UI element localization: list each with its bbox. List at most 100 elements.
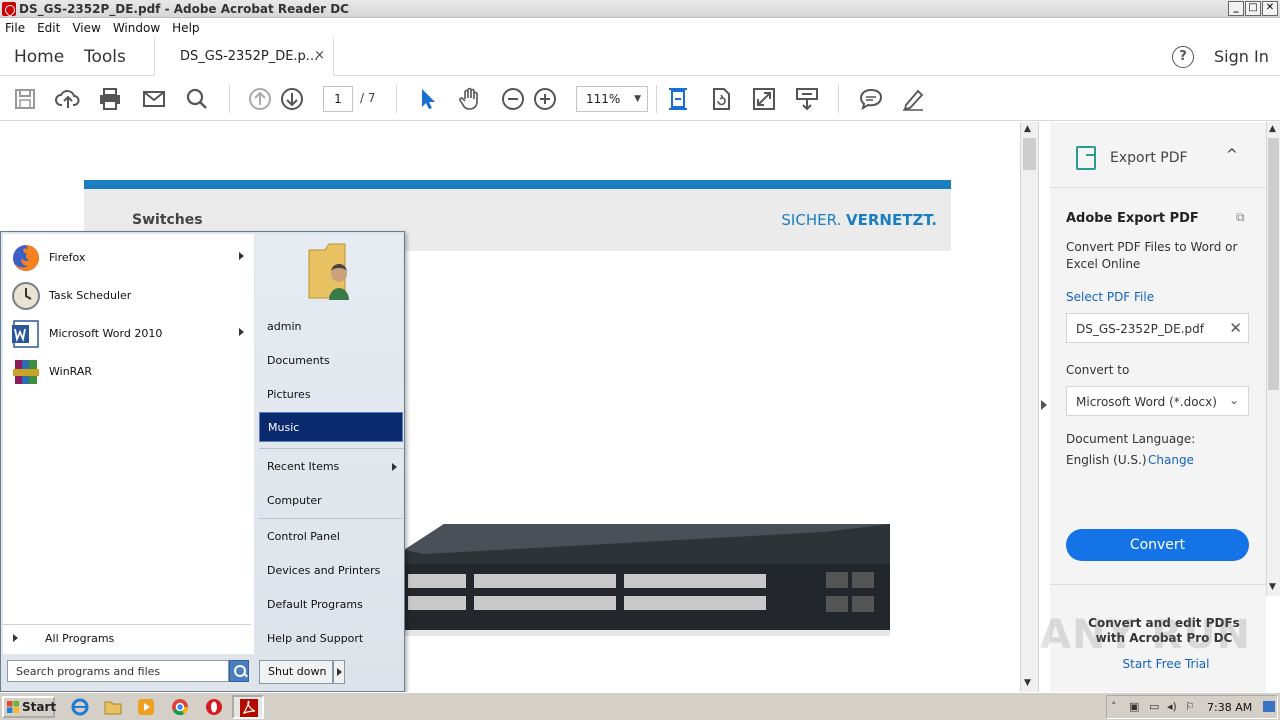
maximize-button[interactable]: □ [1245, 1, 1261, 16]
start-link-devices-printers[interactable]: Devices and Printers [259, 556, 403, 586]
program-label: Task Scheduler [49, 289, 132, 302]
clear-file-icon[interactable]: ✕ [1229, 319, 1242, 337]
pdf-header-band [84, 180, 951, 189]
document-scrollbar[interactable]: ▲ ▼ [1020, 122, 1038, 692]
selected-file-name: DS_GS-2352P_DE.pdf [1076, 322, 1204, 336]
action-center-flag-icon[interactable]: ⚐ [1185, 701, 1197, 713]
program-task-scheduler[interactable]: Task Scheduler [3, 278, 254, 314]
fit-page-icon[interactable] [665, 86, 691, 112]
menu-view[interactable]: View [72, 21, 100, 35]
scroll-mode-icon[interactable] [794, 86, 820, 112]
program-winrar[interactable]: WinRAR [3, 354, 254, 390]
scroll-thumb[interactable] [1023, 138, 1036, 170]
arrow-right-icon [13, 634, 18, 642]
menu-window[interactable]: Window [113, 21, 160, 35]
selected-file-field[interactable]: DS_GS-2352P_DE.pdf ✕ [1066, 313, 1249, 343]
minimize-button[interactable]: _ [1228, 1, 1244, 16]
convert-to-value: Microsoft Word (*.docx) [1076, 395, 1217, 409]
scroll-down-icon[interactable]: ▼ [1269, 582, 1276, 592]
show-desktop-icon[interactable] [1263, 701, 1275, 712]
tab-close-icon[interactable]: × [314, 48, 325, 63]
battery-icon[interactable]: ▭ [1149, 701, 1161, 713]
comment-icon[interactable] [858, 86, 884, 112]
save-icon[interactable] [12, 86, 38, 112]
media-player-icon[interactable] [136, 697, 156, 717]
scroll-down-icon[interactable]: ▼ [1024, 678, 1031, 688]
network-switch-image [404, 524, 890, 636]
print-icon[interactable] [97, 86, 123, 112]
start-link-help-support[interactable]: Help and Support [259, 624, 403, 654]
opera-icon[interactable] [204, 697, 224, 717]
scroll-up-icon[interactable]: ▲ [1269, 124, 1276, 134]
tab-tools[interactable]: Tools [84, 47, 126, 67]
submenu-arrow-icon [392, 463, 397, 471]
next-page-icon[interactable] [279, 86, 305, 112]
chrome-icon[interactable] [170, 697, 190, 717]
search-icon[interactable] [184, 86, 210, 112]
explorer-folder-icon[interactable] [103, 697, 123, 717]
start-free-trial-link[interactable]: Start Free Trial [1050, 657, 1280, 671]
all-programs-label: All Programs [45, 632, 115, 645]
network-icon[interactable]: ▣ [1129, 701, 1141, 713]
start-link-documents[interactable]: Documents [259, 346, 403, 376]
screen: DS_GS-2352P_DE.pdf - Adobe Acrobat Reade… [0, 0, 1280, 720]
start-button[interactable]: Start [2, 696, 56, 718]
volume-icon[interactable]: ◂) [1167, 701, 1179, 713]
shutdown-options-button[interactable] [333, 660, 345, 684]
start-link-music[interactable]: Music [259, 412, 403, 442]
menu-file[interactable]: File [5, 21, 25, 35]
sign-in-link[interactable]: Sign In [1214, 47, 1269, 66]
full-screen-icon[interactable] [751, 86, 777, 112]
program-firefox[interactable]: Firefox [3, 240, 254, 276]
divider [1050, 584, 1266, 585]
clock[interactable]: 7:38 AM [1207, 701, 1252, 714]
start-search-input[interactable]: Search programs and files [7, 660, 229, 682]
start-link-computer[interactable]: Computer [259, 486, 403, 516]
taskbar-acrobat[interactable] [232, 695, 264, 719]
start-menu-programs: Firefox Task Scheduler Microsoft Word 20… [3, 234, 254, 654]
page-number-input[interactable]: 1 [323, 86, 353, 112]
help-icon[interactable]: ? [1172, 46, 1194, 68]
window-title: DS_GS-2352P_DE.pdf - Adobe Acrobat Reade… [19, 2, 349, 16]
start-link-recent-items[interactable]: Recent Items [259, 452, 403, 482]
zoom-select[interactable]: 111% ▼ [576, 86, 648, 112]
search-icon[interactable] [229, 660, 249, 682]
hand-tool-icon[interactable] [457, 86, 483, 112]
shutdown-button[interactable]: Shut down [259, 660, 333, 684]
rotate-icon[interactable] [708, 86, 734, 112]
menu-bar: File Edit View Window Help [0, 18, 1280, 38]
scroll-up-icon[interactable]: ▲ [1024, 124, 1031, 134]
tab-document[interactable]: DS_GS-2352P_DE.p... × [154, 38, 334, 76]
export-pdf-header[interactable]: Export PDF ^ [1050, 122, 1266, 188]
program-word[interactable]: Microsoft Word 2010 [3, 316, 254, 352]
start-link-pictures[interactable]: Pictures [259, 380, 403, 410]
close-button[interactable]: ✕ [1262, 1, 1278, 16]
tray-expand-icon[interactable]: ˄ [1111, 701, 1123, 713]
ie-icon[interactable] [70, 697, 90, 717]
chevron-up-icon[interactable]: ^ [1226, 147, 1238, 163]
copy-icon[interactable]: ⧉ [1236, 210, 1250, 224]
cloud-upload-icon[interactable] [55, 86, 81, 112]
all-programs-button[interactable]: All Programs [3, 624, 251, 650]
pane-scrollbar[interactable]: ▲ ▼ [1266, 122, 1280, 596]
tab-home[interactable]: Home [14, 47, 64, 67]
start-link-control-panel[interactable]: Control Panel [259, 522, 403, 552]
zoom-in-icon[interactable] [532, 86, 558, 112]
scroll-thumb[interactable] [1268, 138, 1279, 390]
email-icon[interactable] [141, 86, 167, 112]
document-language-value: English (U.S.) [1066, 453, 1147, 467]
start-link-default-programs[interactable]: Default Programs [259, 590, 403, 620]
zoom-out-icon[interactable] [500, 86, 526, 112]
menu-help[interactable]: Help [172, 21, 199, 35]
convert-button[interactable]: Convert [1066, 529, 1249, 561]
convert-to-select[interactable]: Microsoft Word (*.docx) ⌄ [1066, 386, 1249, 416]
export-pdf-icon [1076, 146, 1096, 170]
start-link-admin[interactable]: admin [259, 312, 403, 342]
select-cursor-icon[interactable] [414, 86, 440, 112]
sign-pen-icon[interactable] [900, 86, 926, 112]
change-language-link[interactable]: Change [1148, 453, 1194, 467]
select-pdf-file-link[interactable]: Select PDF File [1066, 290, 1154, 304]
menu-edit[interactable]: Edit [37, 21, 60, 35]
pane-collapse-handle[interactable] [1038, 122, 1050, 692]
previous-page-icon[interactable] [247, 86, 273, 112]
